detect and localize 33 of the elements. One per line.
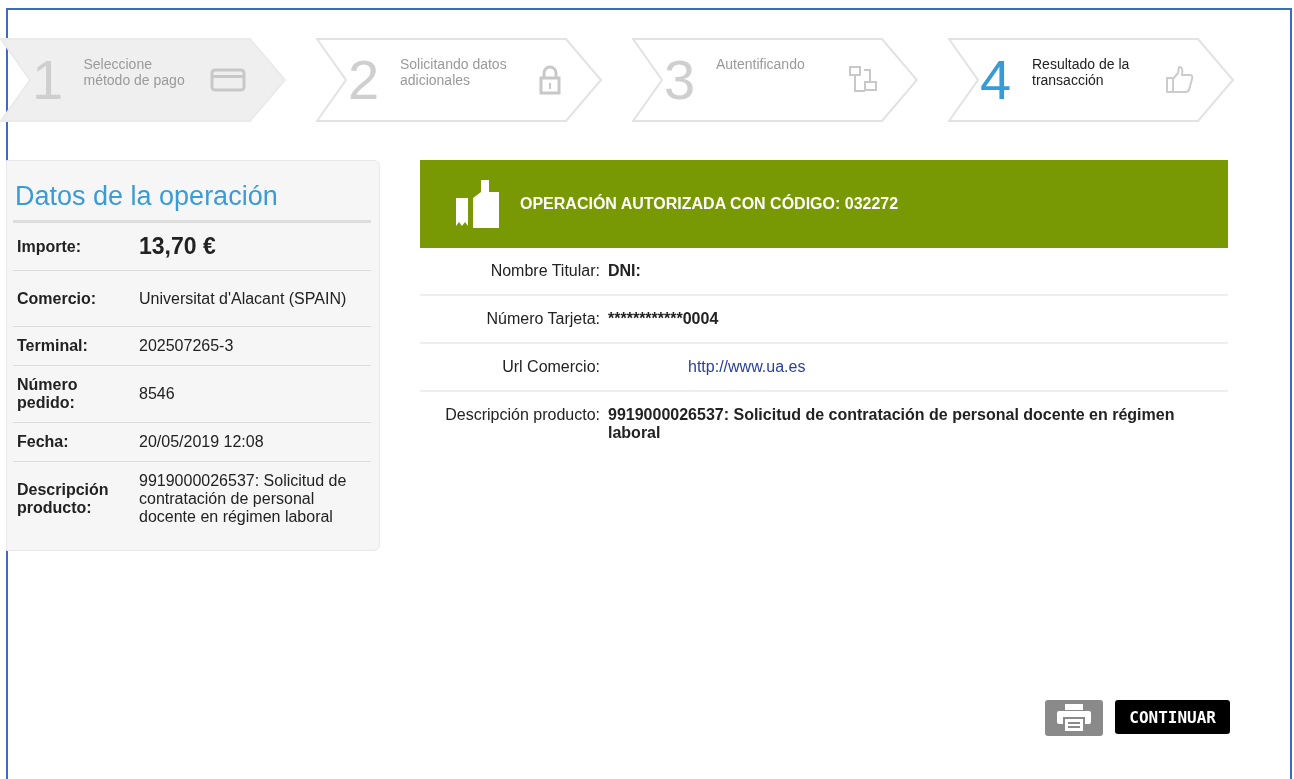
field-value: ************0004 <box>608 310 720 328</box>
banner-text: OPERACIÓN AUTORIZADA CON CÓDIGO: 032272 <box>520 195 899 213</box>
field-label: Descripción producto: <box>17 481 110 518</box>
step-label: Solicitando datos adicionales <box>400 56 508 89</box>
field-value: 13,70 € <box>139 233 217 260</box>
field-label: Importe: <box>17 237 82 256</box>
field-label: Comercio: <box>17 289 98 308</box>
step-label: Autentificando <box>716 56 806 73</box>
field-value: 9919000026537: Solicitud de contratación de personal docente en régimen laboral <box>608 406 1176 442</box>
step-label: Seleccione método de pago <box>83 56 186 89</box>
field-value: 8546 <box>139 385 176 404</box>
field-value: Universitat d'Alacant (SPAIN) <box>139 289 348 309</box>
print-button[interactable] <box>1045 700 1104 736</box>
field-label: Descripción producto: <box>444 406 600 425</box>
field-value: DNI: <box>608 262 642 280</box>
merchant-link[interactable]: http://www.ua.es <box>688 358 806 375</box>
field-label: Terminal: <box>17 337 89 356</box>
field-label: Fecha: <box>17 433 70 452</box>
field-label: Url Comercio: <box>501 358 600 376</box>
printer-icon <box>1056 703 1093 733</box>
flowchart-icon <box>848 65 878 95</box>
field-label: Número pedido: <box>17 376 79 413</box>
lock-icon <box>538 65 562 95</box>
credit-card-icon <box>210 68 246 92</box>
continue-button[interactable]: CONTINUAR <box>1115 700 1230 734</box>
card-title: Datos de la operación <box>13 181 371 223</box>
field-value: 202507265-3 <box>139 337 235 356</box>
step-label: Resultado de la transacción <box>1032 56 1131 89</box>
field-value: 20/05/2019 12:08 <box>139 433 265 452</box>
field-label: Número Tarjeta: <box>485 310 600 328</box>
step-number: 4 <box>980 52 1013 108</box>
field-label: Nombre Titular: <box>489 262 600 280</box>
field-value: 9919000026537: Solicitud de contratación de personal docente en régimen laboral <box>139 472 348 527</box>
